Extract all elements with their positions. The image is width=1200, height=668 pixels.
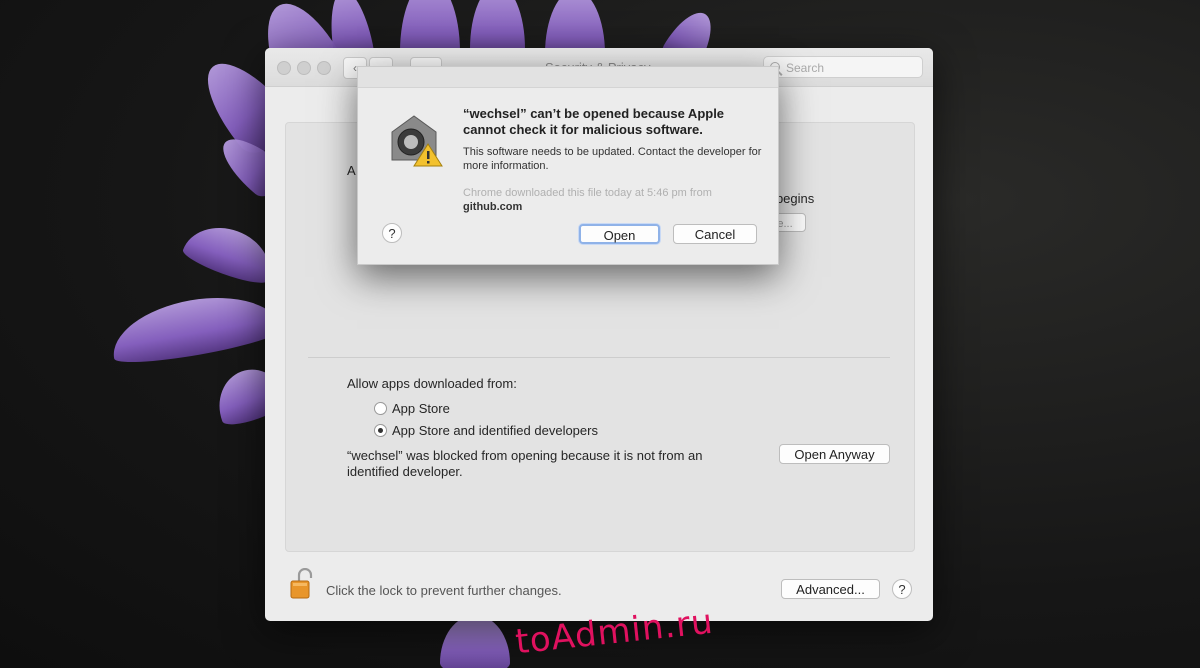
blocked-message-line2: identified developer. (347, 464, 463, 479)
partial-label-left: A (347, 163, 356, 178)
dialog-source-line: Chrome downloaded this file today at 5:4… (463, 187, 712, 199)
lock-icon[interactable] (290, 567, 314, 600)
help-button[interactable]: ? (892, 579, 912, 599)
gatekeeper-warning-icon (384, 110, 444, 170)
cancel-button[interactable]: Cancel (673, 224, 757, 244)
section-divider (308, 357, 890, 358)
minimize-window-button[interactable] (297, 61, 311, 75)
gatekeeper-alert-dialog: “wechsel” can’t be opened because Apple … (357, 66, 779, 265)
search-placeholder: Search (786, 61, 825, 75)
allow-apps-label: Allow apps downloaded from: (347, 376, 517, 391)
radio-identified-developers-label[interactable]: App Store and identified developers (392, 423, 598, 438)
dialog-source-site: github.com (463, 201, 523, 213)
open-anyway-button[interactable]: Open Anyway (779, 444, 890, 464)
dialog-message: This software needs to be updated. Conta… (463, 146, 762, 172)
close-window-button[interactable] (277, 61, 291, 75)
flower-petal (106, 285, 284, 370)
search-field[interactable]: Search (763, 56, 923, 78)
flower-petal (440, 615, 510, 668)
blocked-message-line1: “wechsel” was blocked from opening becau… (347, 448, 703, 463)
open-button[interactable]: Open (579, 224, 660, 244)
dialog-title-strip (358, 67, 778, 88)
radio-app-store-label[interactable]: App Store (392, 401, 450, 416)
dialog-title: “wechsel” can’t be opened because Apple … (463, 106, 725, 137)
radio-app-store[interactable] (374, 402, 387, 415)
radio-identified-developers[interactable] (374, 424, 387, 437)
dialog-help-button[interactable]: ? (382, 223, 402, 243)
zoom-window-button[interactable] (317, 61, 331, 75)
advanced-button[interactable]: Advanced... (781, 579, 880, 599)
lock-hint-text: Click the lock to prevent further change… (326, 583, 562, 598)
